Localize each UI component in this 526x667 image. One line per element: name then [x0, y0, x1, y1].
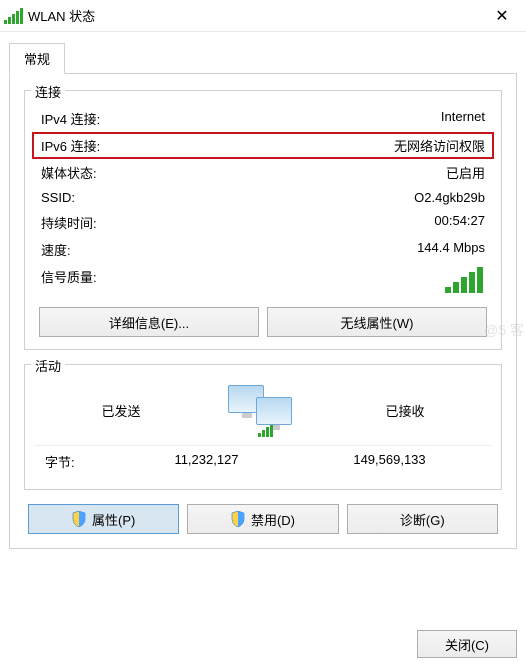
watermark: @5 客: [484, 320, 524, 340]
wifi-icon: [4, 8, 24, 24]
speed-label: 速度:: [41, 240, 417, 259]
legend-connection: 连接: [31, 82, 65, 101]
ipv6-row: IPv6 连接:无网络访问权限: [32, 132, 494, 159]
close-button[interactable]: ✕: [482, 0, 522, 32]
shield-icon: [72, 511, 86, 527]
ipv4-label: IPv4 连接:: [41, 109, 441, 128]
disable-button[interactable]: 禁用(D): [187, 504, 338, 534]
signal-bars-icon: [445, 278, 485, 293]
bytes-label: 字节:: [45, 452, 115, 471]
ipv6-value: 无网络访问权限: [394, 136, 485, 155]
sent-label: 已发送: [76, 401, 166, 420]
group-activity: 活动 已发送 已接收 字节: 11,232,127 149,569,133: [24, 364, 502, 490]
duration-value: 00:54:27: [434, 213, 485, 232]
properties-button[interactable]: 属性(P): [28, 504, 179, 534]
tab-general[interactable]: 常规: [9, 43, 65, 74]
signal-value: [445, 267, 485, 293]
duration-label: 持续时间:: [41, 213, 434, 232]
speed-value: 144.4 Mbps: [417, 240, 485, 259]
bytes-recv: 149,569,133: [298, 452, 481, 471]
legend-activity: 活动: [31, 356, 65, 375]
shield-icon: [231, 511, 245, 527]
media-value: 已启用: [446, 163, 485, 182]
network-activity-icon: [228, 385, 298, 435]
ssid-value: O2.4gkb29b: [414, 190, 485, 205]
signal-label: 信号质量:: [41, 267, 445, 293]
details-button[interactable]: 详细信息(E)...: [39, 307, 259, 337]
disable-label: 禁用(D): [251, 510, 295, 529]
window-title: WLAN 状态: [24, 6, 482, 25]
ssid-label: SSID:: [41, 190, 414, 205]
group-connection: 连接 IPv4 连接:Internet IPv6 连接:无网络访问权限 媒体状态…: [24, 90, 502, 350]
wireless-props-button[interactable]: 无线属性(W): [267, 307, 487, 337]
properties-label: 属性(P): [92, 510, 135, 529]
close-dialog-button[interactable]: 关闭(C): [417, 630, 517, 658]
ipv4-value: Internet: [441, 109, 485, 128]
diagnose-button[interactable]: 诊断(G): [347, 504, 498, 534]
received-label: 已接收: [360, 401, 450, 420]
media-label: 媒体状态:: [41, 163, 446, 182]
ipv6-label: IPv6 连接:: [41, 136, 394, 155]
bytes-sent: 11,232,127: [115, 452, 298, 471]
